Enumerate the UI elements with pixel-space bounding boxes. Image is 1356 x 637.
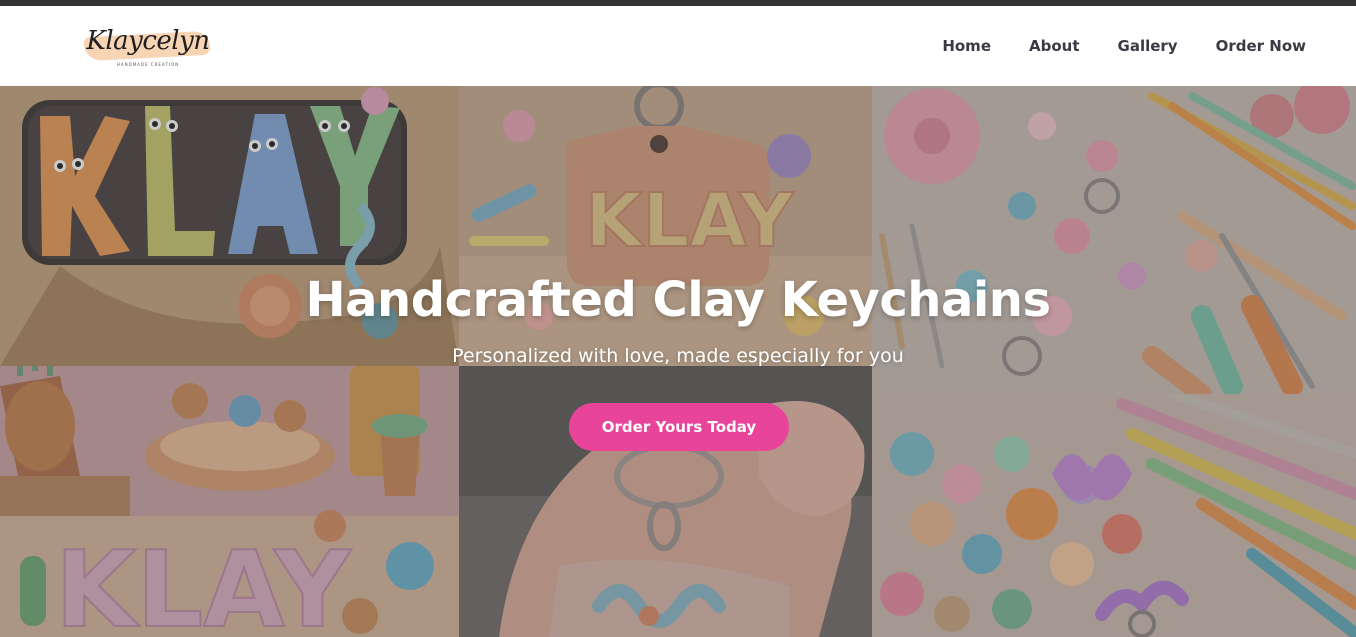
hero-section: KLAY KLAY Handcrafted Clay Keychains Per… [0,86,1356,637]
hero-title: Handcrafted Clay Keychains [305,272,1051,328]
navbar: Klaycelyn HANDMADE CREATION Home About G… [0,6,1356,86]
nav-link-home[interactable]: Home [942,37,991,55]
brand-logo[interactable]: Klaycelyn HANDMADE CREATION [82,24,214,72]
nav-link-about[interactable]: About [1029,37,1080,55]
hero-subtitle: Personalized with love, made especially … [452,345,904,367]
hero-content: Handcrafted Clay Keychains Personalized … [0,86,1356,637]
main-nav: Home About Gallery Order Now [942,6,1306,86]
page: Klaycelyn HANDMADE CREATION Home About G… [0,0,1356,637]
logo-text: Klaycelyn [86,26,210,56]
logo-tagline: HANDMADE CREATION [116,62,180,67]
order-yours-today-button[interactable]: Order Yours Today [569,403,789,451]
nav-link-order-now[interactable]: Order Now [1216,37,1306,55]
nav-link-gallery[interactable]: Gallery [1118,37,1178,55]
